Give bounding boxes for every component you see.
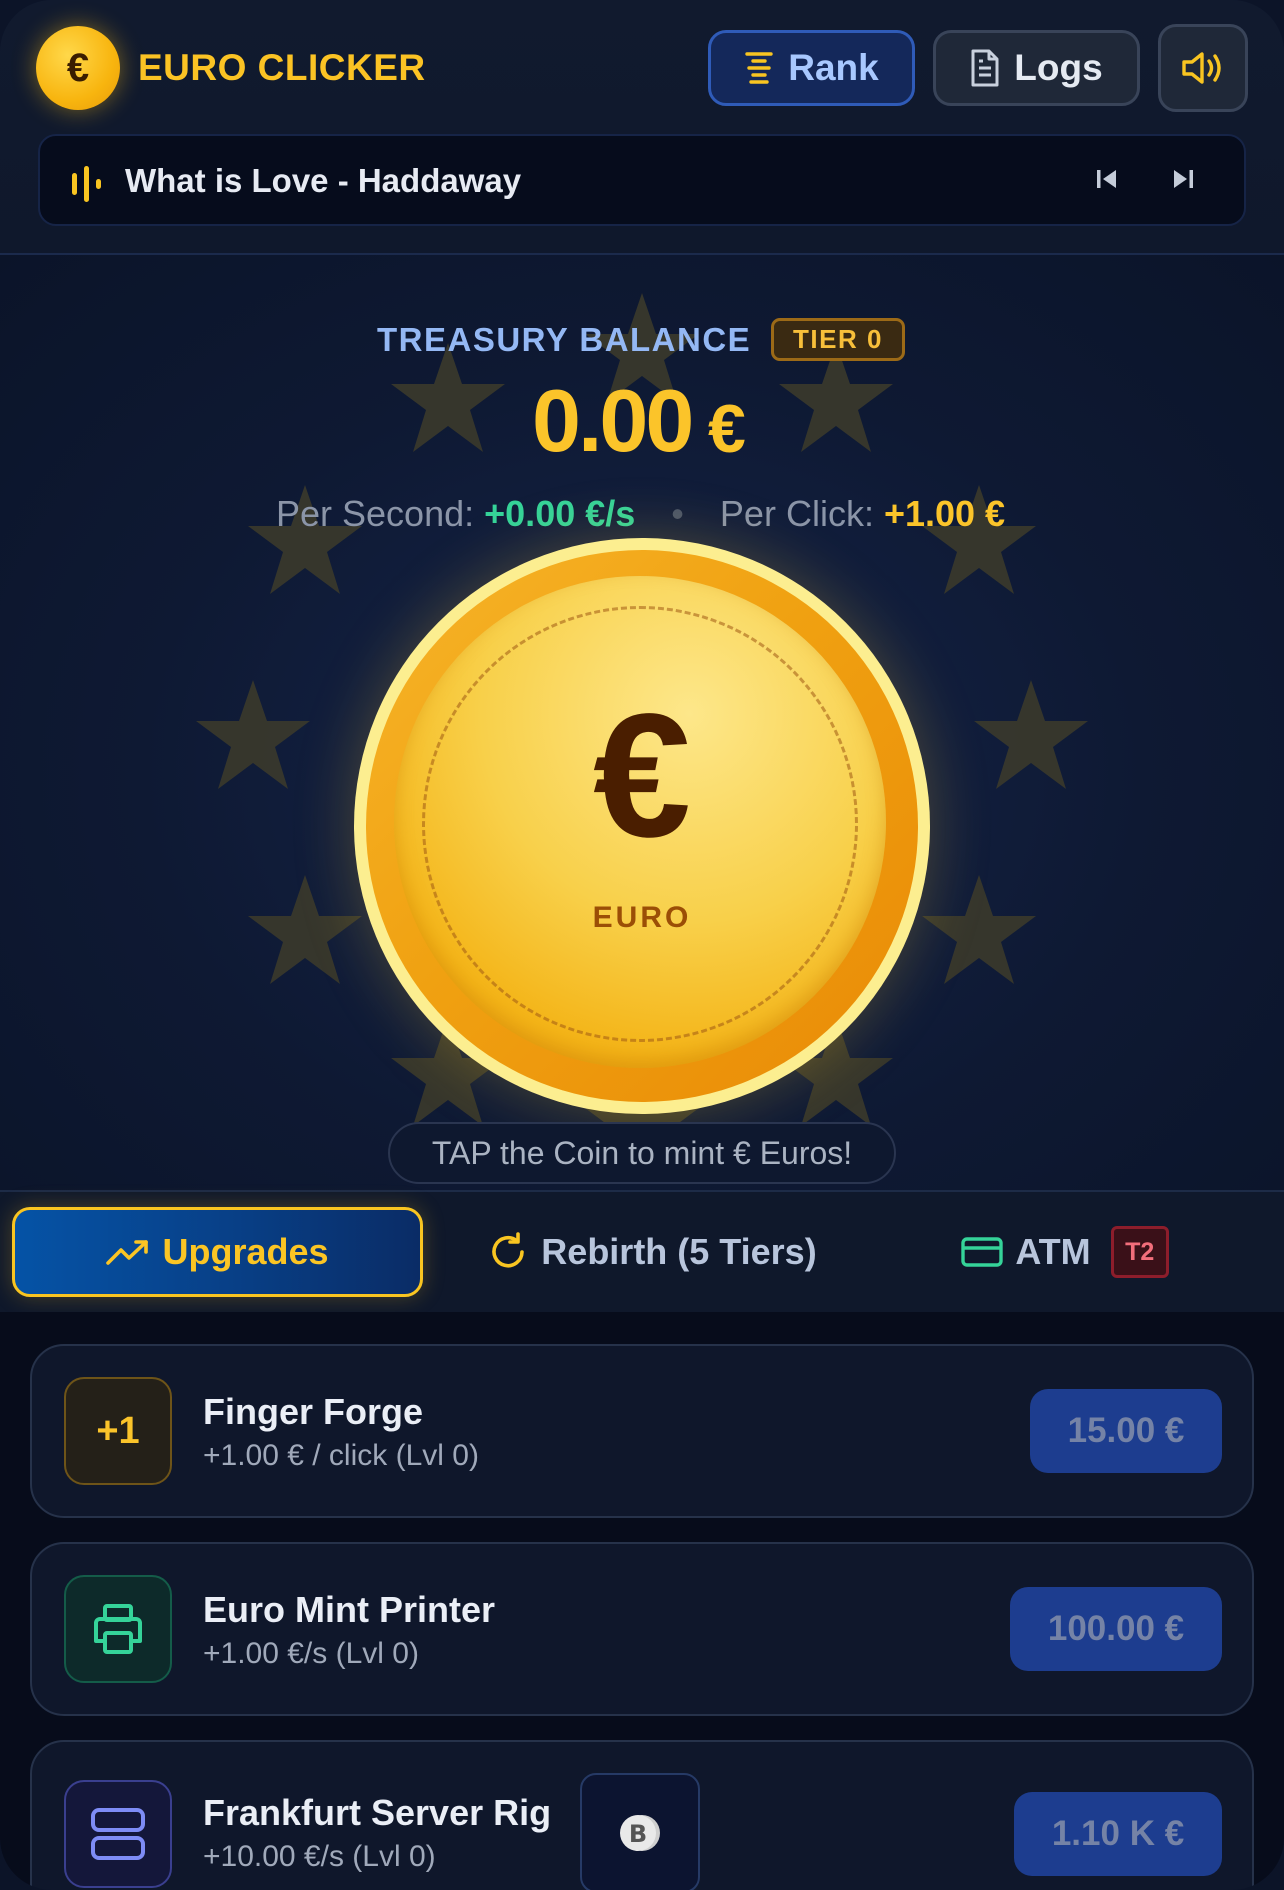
volume-icon <box>1182 52 1221 84</box>
upgrade-subtitle: +1.00 € / click (Lvl 0) <box>203 1439 479 1472</box>
app-window: € EURO CLICKER Rank Logs What is Love - … <box>0 0 1284 1890</box>
tab-rebirth[interactable]: Rebirth (5 Tiers) <box>472 1207 832 1297</box>
rates-separator: • <box>671 493 684 534</box>
tab-bar: Upgrades Rebirth (5 Tiers) ATM T2 <box>0 1190 1284 1316</box>
euro-coin-button[interactable]: € EURO <box>354 538 930 1114</box>
upgrades-list: +1 Finger Forge +1.00 € / click (Lvl 0) … <box>0 1312 1284 1890</box>
coin-euro-symbol: € <box>593 678 691 874</box>
tap-hint: TAP the Coin to mint € Euros! <box>388 1122 896 1184</box>
sound-toggle-button[interactable] <box>1158 24 1248 112</box>
rates-line: Per Second: +0.00 €/s • Per Click: +1.00… <box>276 493 1005 535</box>
coin-label: EURO <box>592 901 692 934</box>
tab-atm-label: ATM <box>1015 1231 1091 1272</box>
bitcoin-glyph: B <box>620 1815 660 1851</box>
per-click-value: +1.00 € <box>883 493 1006 534</box>
rank-label: Rank <box>788 47 879 88</box>
music-player: What is Love - Haddaway <box>38 134 1246 226</box>
logs-label: Logs <box>1014 47 1103 88</box>
plus-one-icon: +1 <box>64 1377 172 1485</box>
buy-frankfurt-server-rig-button[interactable]: 1.10 K € <box>1014 1792 1222 1876</box>
printer-glyph <box>94 1604 142 1654</box>
upgrade-card-frankfurt-server-rig: Frankfurt Server Rig +10.00 €/s (Lvl 0) … <box>30 1740 1254 1890</box>
printer-icon <box>64 1575 172 1683</box>
buy-finger-forge-button[interactable]: 15.00 € <box>1030 1389 1222 1473</box>
tab-rebirth-label: Rebirth (5 Tiers) <box>541 1231 817 1272</box>
file-text-icon <box>971 49 999 87</box>
app-title: EURO CLICKER <box>138 47 426 88</box>
per-click-label: Per Click: <box>719 493 874 534</box>
atm-tier-badge: T2 <box>1110 1226 1169 1278</box>
logo-coin-icon: € <box>36 26 120 110</box>
upgrade-title: Frankfurt Server Rig <box>203 1792 552 1833</box>
upgrade-subtitle: +10.00 €/s (Lvl 0) <box>203 1840 436 1873</box>
upgrade-subtitle: +1.00 €/s (Lvl 0) <box>203 1637 419 1670</box>
refresh-icon <box>492 1232 525 1268</box>
rank-button[interactable]: Rank <box>708 30 915 106</box>
upgrade-card-finger-forge: +1 Finger Forge +1.00 € / click (Lvl 0) … <box>30 1344 1254 1518</box>
upgrade-title: Finger Forge <box>203 1391 424 1432</box>
tab-upgrades[interactable]: Upgrades <box>12 1207 423 1297</box>
tab-upgrades-label: Upgrades <box>162 1231 329 1272</box>
per-second-value: +0.00 €/s <box>484 493 636 534</box>
credit-card-icon <box>961 1237 1004 1267</box>
per-second-label: Per Second: <box>276 493 475 534</box>
tab-atm[interactable]: ATM T2 <box>955 1207 1175 1297</box>
svg-text:B: B <box>629 1820 647 1848</box>
logo-symbol: € <box>66 45 90 90</box>
balance-value: 0.00 <box>532 371 694 470</box>
equalizer-icon <box>72 166 101 202</box>
track-title: What is Love - Haddaway <box>125 162 522 199</box>
server-glyph <box>91 1808 145 1860</box>
treasury-label: TREASURY BALANCE <box>377 321 752 358</box>
upgrade-card-euro-mint-printer: Euro Mint Printer +1.00 €/s (Lvl 0) 100.… <box>30 1542 1254 1716</box>
tier-badge: TIER 0 <box>771 318 905 361</box>
server-icon <box>64 1780 172 1888</box>
treasury-area: TREASURY BALANCE TIER 0 0.00 € Per Secon… <box>0 255 1284 1190</box>
upgrade-title: Euro Mint Printer <box>203 1589 496 1630</box>
podium-icon <box>745 52 773 84</box>
header: € EURO CLICKER Rank Logs What is Love - … <box>0 0 1284 255</box>
trending-up-icon <box>106 1240 149 1265</box>
balance-currency: € <box>708 391 746 467</box>
skip-forward-icon[interactable] <box>1168 164 1198 194</box>
logs-button[interactable]: Logs <box>933 30 1140 106</box>
bitcoin-icon: B <box>580 1773 700 1890</box>
skip-back-icon[interactable] <box>1092 164 1122 194</box>
plus-one-text: +1 <box>96 1409 140 1452</box>
buy-euro-mint-printer-button[interactable]: 100.00 € <box>1010 1587 1222 1671</box>
